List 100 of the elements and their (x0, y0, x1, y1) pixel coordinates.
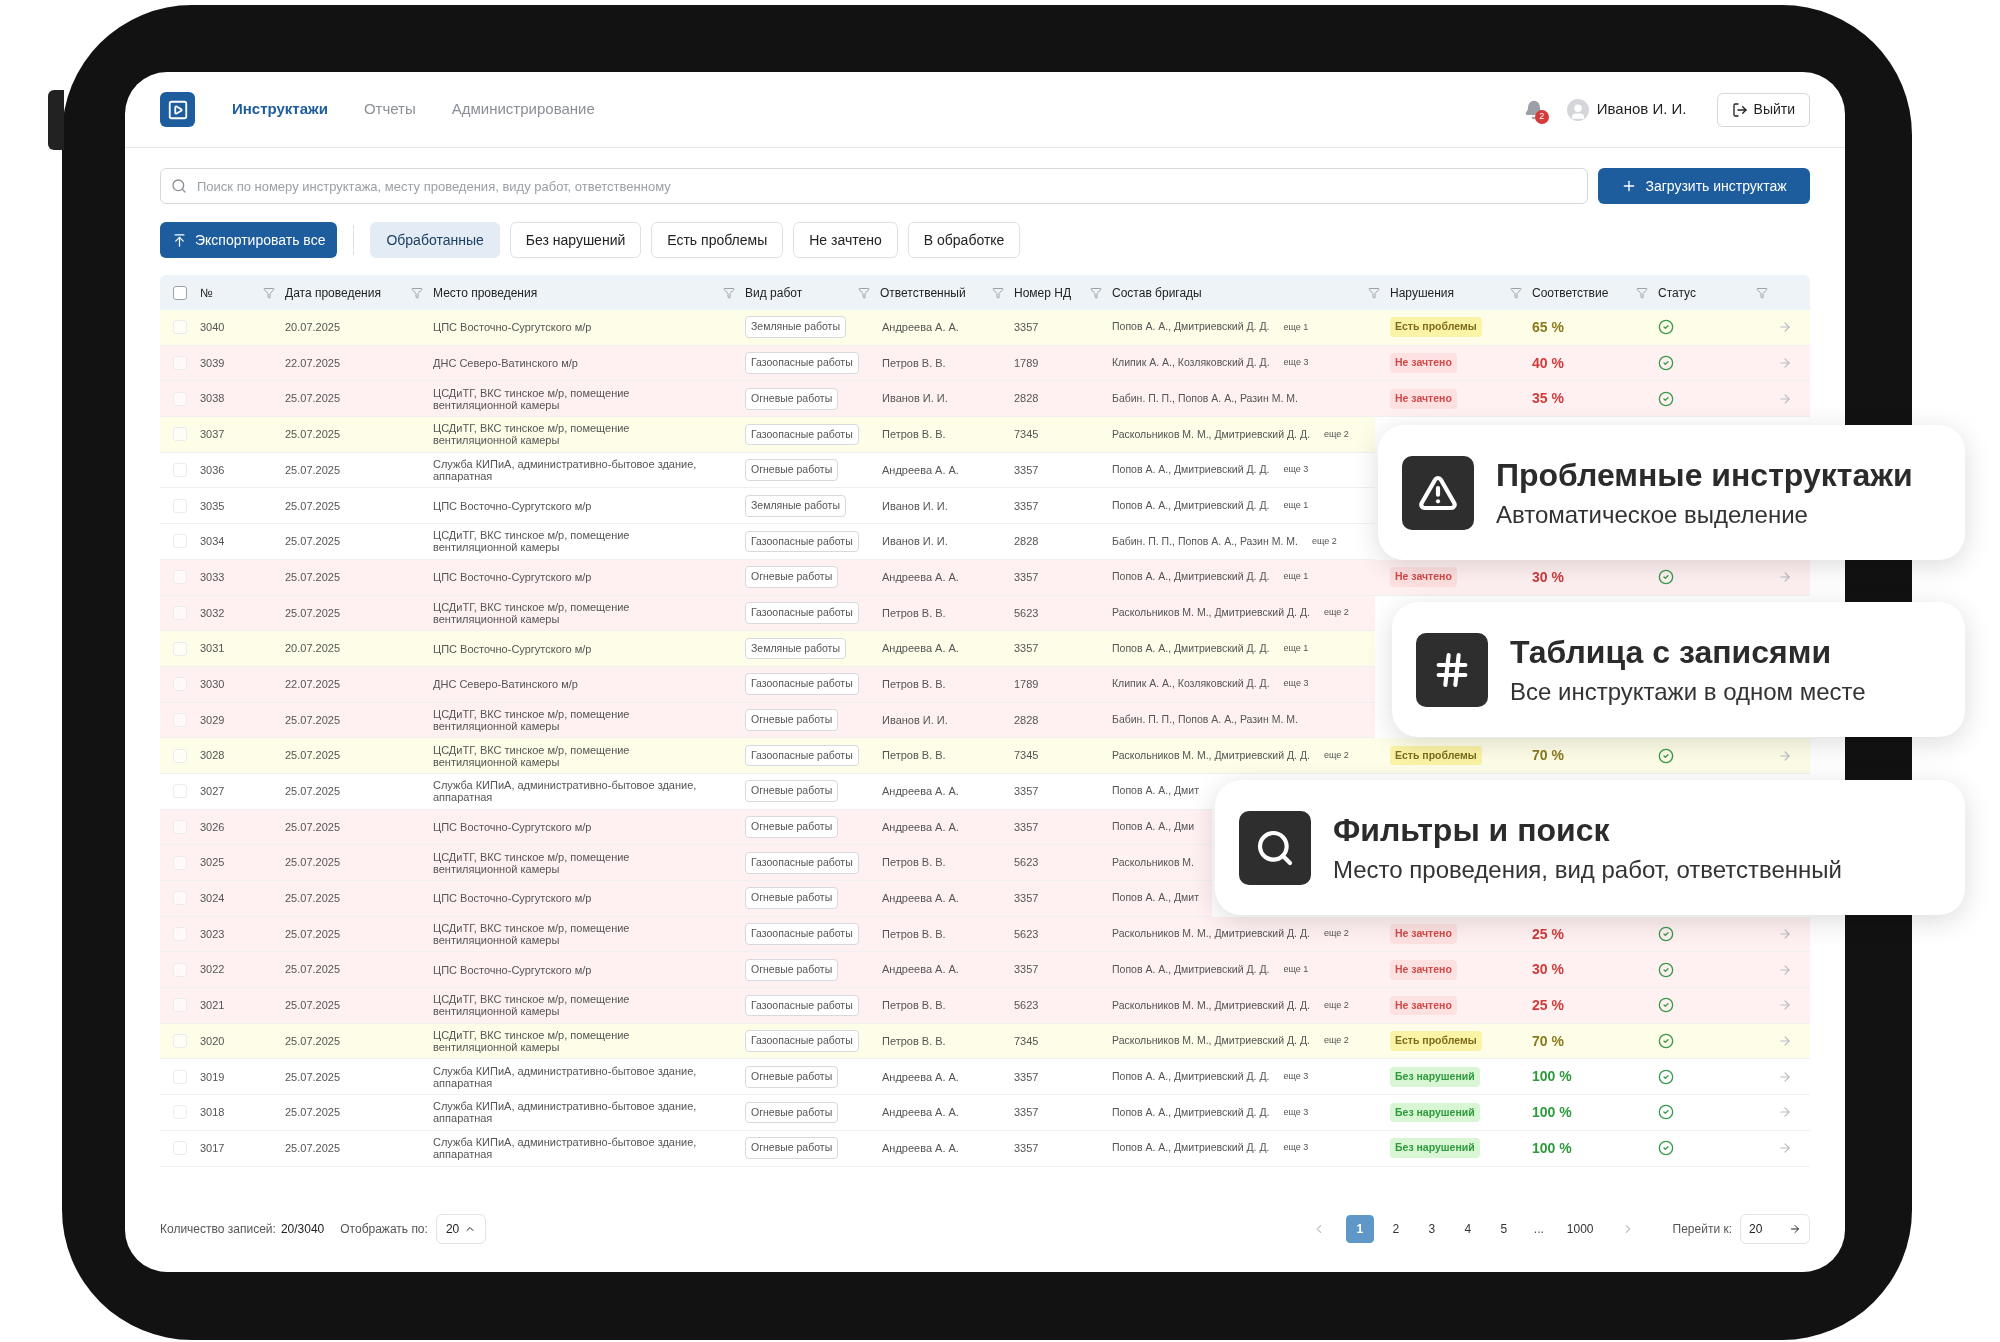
per-page-select[interactable]: 20 (435, 1214, 487, 1244)
per-page-label: Отображать по: (340, 1221, 428, 1238)
date-cell-text: 20.07.2025 (285, 320, 342, 336)
notification-button[interactable]: 2 (1520, 95, 1547, 124)
brigade-cell-text: Раскольников М. М., Дмитриевский Д. Д. (1112, 997, 1310, 1013)
table-row[interactable]: 3025 25.07.2025 ЦСДиТГ, ВКС тинское м/р, помещение вентиляционной камеры Газоопасные работы Петров В. В. 5623 Раскольников М. (160, 845, 1212, 881)
brigade-cell-text: Раскольников М. М., Дмитриевский Д. Д. (1112, 426, 1310, 442)
logout-button[interactable]: Выйти (1716, 92, 1810, 127)
document-number-cell-text: 1789 (1014, 676, 1040, 692)
column-header: Номер НД (1014, 284, 1072, 302)
filter-icon[interactable] (1756, 286, 1768, 299)
violation-badge: Есть проблемы (1390, 1031, 1482, 1051)
column-header: Ответственный (880, 284, 966, 302)
number-cell-text: 3028 (200, 748, 226, 764)
date-cell-text: 25.07.2025 (285, 462, 342, 478)
filter-icon[interactable] (723, 286, 735, 299)
table-row[interactable]: 3021 25.07.2025 ЦСДиТГ, ВКС тинское м/р, помещение вентиляционной камеры Газоопасные работы Петров В. В. 5623 Раскольников М. М., Дмитриевский Д. Д. еще 2 Не зачтено 25 % (160, 988, 1810, 1024)
brigade-cell-text: Попов А. А., Дмитриевский Д. Д. (1112, 319, 1270, 335)
work-type-tag: Огневые работы (745, 1137, 839, 1160)
document-number-cell-text: 5623 (1014, 605, 1040, 621)
filter-icon[interactable] (992, 286, 1004, 299)
table-row[interactable]: 3029 25.07.2025 ЦСДиТГ, ВКС тинское м/р, помещение вентиляционной камеры Огневые работы Иванов И. И. 2828 Бабин. П. П., Попов А. А., Разин М. М. (160, 702, 1375, 739)
document-number-cell-text: 7345 (1014, 748, 1040, 764)
compliance-value: 100 % (1532, 1139, 1572, 1156)
upload-button[interactable]: Загрузить инструктаж (1598, 168, 1810, 204)
open-arrow-icon[interactable] (1778, 1069, 1792, 1084)
filter-tab[interactable]: Есть проблемы (651, 222, 784, 258)
work-type-tag: Газоопасные работы (745, 423, 859, 446)
work-type-tag: Огневые работы (745, 709, 839, 731)
filter-icon[interactable] (858, 286, 870, 299)
more-count: еще 2 (1323, 1034, 1349, 1048)
date-cell-text: 25.07.2025 (285, 819, 342, 835)
number-cell-text: 3026 (200, 819, 226, 835)
more-count: еще 3 (1283, 1105, 1309, 1119)
search-field[interactable]: Поиск по номеру инструктажа, месту проведения, виду работ, ответственному (160, 168, 1588, 204)
table-row[interactable]: 3022 25.07.2025 ЦПС Восточно-Сургутского м/р Огневые работы Андреева А. А. 3357 Попов А. А., Дмитриевский Д. Д. еще 1 Не зачтено 30 % (160, 952, 1810, 989)
table-row[interactable]: 3038 25.07.2025 ЦСДиТГ, ВКС тинское м/р, помещение вентиляционной камеры Огневые работы Иванов И. И. 2828 Бабин. П. П., Попов А. А., Разин М. М. Не зачтено 35 % (160, 381, 1810, 418)
responsible-cell-text: Андреева А. А. (881, 320, 960, 336)
brigade-cell-text: Попов А. А., Дмитриевский Д. Д. (1112, 1140, 1270, 1156)
filter-tab[interactable]: Обработанные (370, 222, 500, 258)
table-row[interactable]: 3039 22.07.2025 ДНС Северо-Ватинского м/р Газоопасные работы Петров В. В. 1789 Клипик А. А., Козляковский Д. Д. еще 3 Не зачтено 40 % (160, 345, 1810, 382)
filter-icon[interactable] (263, 286, 275, 299)
date-cell-text: 25.07.2025 (285, 391, 342, 407)
filter-icon[interactable] (1368, 286, 1380, 299)
filter-icon[interactable] (1090, 286, 1102, 299)
work-type-tag: Огневые работы (745, 958, 839, 981)
brigade-cell-text: Попов А. А., Дмитриевский Д. Д. (1112, 1104, 1270, 1120)
go-arrow-icon[interactable] (1789, 1223, 1801, 1235)
table-row[interactable]: 3026 25.07.2025 ЦПС Восточно-Сургутского м/р Огневые работы Андреева А. А. 3357 Попов А. А., Дми (160, 809, 1212, 846)
go-to-field[interactable]: 20 (1740, 1214, 1810, 1244)
number-cell-text: 3040 (200, 320, 226, 336)
more-count: еще 3 (1283, 1141, 1309, 1155)
table-row[interactable]: 3040 20.07.2025 ЦПС Восточно-Сургутского м/р Земляные работы Андреева А. А. 3357 Попов А. А., Дмитриевский Д. Д. еще 1 Есть проблемы 65 % (160, 310, 1810, 346)
filter-icon[interactable] (1636, 286, 1648, 299)
violation-badge: Без нарушений (1390, 1102, 1480, 1123)
hash-icon (1416, 632, 1488, 707)
more-count: еще 2 (1323, 927, 1349, 941)
place-cell-text: ДНС Северо-Ватинского м/р (433, 357, 579, 370)
date-cell-text: 25.07.2025 (285, 962, 342, 978)
number-cell-text: 3022 (200, 962, 226, 978)
date-cell-text: 25.07.2025 (285, 1105, 342, 1121)
document-number-cell-text: 3357 (1014, 1105, 1040, 1121)
work-type-tag: Земляные работы (745, 494, 846, 517)
table-row[interactable]: 3028 25.07.2025 ЦСДиТГ, ВКС тинское м/р, помещение вентиляционной камеры Газоопасные работы Петров В. В. 7345 Раскольников М. М., Дмитриевский Д. Д. еще 2 Есть проблемы 70 % (160, 738, 1810, 774)
table-row[interactable]: 3020 25.07.2025 ЦСДиТГ, ВКС тинское м/р, помещение вентиляционной камеры Газоопасные работы Петров В. В. 7345 Раскольников М. М., Дмитриевский Д. Д. еще 2 Есть проблемы 70 % (160, 1023, 1810, 1060)
table-row[interactable]: 3024 25.07.2025 ЦПС Восточно-Сургутского м/р Огневые работы Андреева А. А. 3357 Попов А. А., Дмит (160, 881, 1212, 917)
responsible-cell-text: Андреева А. А. (881, 962, 960, 978)
table-row[interactable]: 3037 25.07.2025 ЦСДиТГ, ВКС тинское м/р, помещение вентиляционной камеры Газоопасные работы Петров В. В. 7345 Раскольников М. М., Дмитриевский Д. Д. еще 2 (160, 417, 1375, 453)
responsible-cell-text: Петров В. В. (881, 1033, 947, 1049)
number-cell-text: 3023 (200, 926, 226, 942)
table-row[interactable]: 3033 25.07.2025 ЦПС Восточно-Сургутского м/р Огневые работы Андреева А. А. 3357 Попов А. А., Дмитриевский Д. Д. еще 1 Не зачтено 30 % (160, 559, 1810, 596)
filter-icon[interactable] (1510, 286, 1522, 299)
table-row[interactable]: 3032 25.07.2025 ЦСДиТГ, ВКС тинское м/р, помещение вентиляционной камеры Газоопасные работы Петров В. В. 5623 Раскольников М. М., Дмитриевский Д. Д. еще 2 (160, 595, 1375, 632)
work-type-tag: Огневые работы (745, 1065, 839, 1088)
export-button[interactable]: Экспортировать все (160, 222, 338, 258)
date-cell-text: 25.07.2025 (285, 748, 342, 764)
place-cell-text: ЦСДиТГ, ВКС тинское м/р, помещение вентиляционной камеры (433, 707, 631, 732)
nav-tab[interactable]: Инструктажи (232, 98, 328, 121)
table-row[interactable]: 3023 25.07.2025 ЦСДиТГ, ВКС тинское м/р, помещение вентиляционной камеры Газоопасные работы Петров В. В. 5623 Раскольников М. М., Дмитриевский Д. Д. еще 2 Не зачтено 25 % (160, 916, 1810, 953)
page-ellipsis: ... (1532, 1221, 1545, 1238)
date-cell-text: 25.07.2025 (285, 534, 342, 550)
compliance-value: 35 % (1532, 390, 1564, 407)
compliance-value: 30 % (1532, 568, 1564, 585)
select-all-checkbox[interactable] (173, 285, 187, 300)
violation-badge: Без нарушений (1390, 1066, 1480, 1087)
feature-title: Таблица с записями (1510, 632, 1833, 671)
filter-tab[interactable]: В обработке (907, 222, 1021, 258)
table-row[interactable]: 3031 20.07.2025 ЦПС Восточно-Сургутского м/р Земляные работы Андреева А. А. 3357 Попов А. А., Дмитриевский Д. Д. еще 1 (160, 631, 1375, 667)
filter-tab[interactable]: Не зачтено (793, 222, 898, 258)
document-number-cell-text: 3357 (1014, 891, 1040, 907)
column-header: Соответствие (1532, 284, 1609, 302)
table-row[interactable]: 3030 22.07.2025 ДНС Северо-Ватинского м/р Газоопасные работы Петров В. В. 1789 Клипик А. А., Козляковский Д. Д. еще 3 (160, 666, 1375, 703)
filter-icon[interactable] (411, 286, 423, 299)
filter-tab[interactable]: Без нарушений (509, 222, 642, 258)
responsible-cell-text: Петров В. В. (881, 998, 947, 1014)
work-type-tag: Газоопасные работы (745, 994, 859, 1017)
document-number-cell-text: 3357 (1014, 819, 1040, 835)
brigade-cell-text: Бабин. П. П., Попов А. А., Разин М. М. (1112, 390, 1298, 406)
brigade-cell-text: Попов А. А., Дмитриевский Д. Д. (1112, 569, 1270, 585)
avatar-icon (1566, 98, 1589, 121)
